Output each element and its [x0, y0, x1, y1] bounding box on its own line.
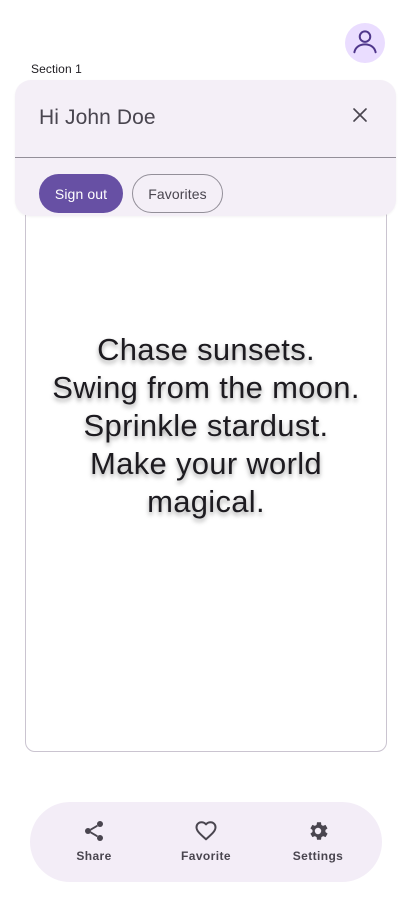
- nav-item-favorite[interactable]: Favorite: [170, 802, 242, 882]
- favorites-button[interactable]: Favorites: [132, 174, 223, 213]
- nav-label-settings: Settings: [292, 849, 344, 863]
- greeting-text: Hi John Doe: [39, 106, 156, 129]
- quote-text: Chase sunsets. Swing from the moon. Spri…: [52, 331, 360, 521]
- sign-out-button[interactable]: Sign out: [39, 174, 123, 213]
- close-icon: [351, 106, 369, 129]
- gear-icon: [306, 819, 330, 843]
- quote-line: Chase sunsets.: [97, 332, 315, 367]
- account-sheet: Hi John Doe Sign out Favorites: [15, 80, 396, 216]
- quote-line: Sprinkle stardust.: [83, 408, 329, 443]
- section-label: Section 1: [31, 62, 82, 76]
- quote-line: magical.: [147, 484, 265, 519]
- account-circle-icon: [350, 26, 380, 61]
- quote-card: Chase sunsets. Swing from the moon. Spri…: [25, 180, 387, 752]
- heart-icon: [194, 819, 218, 843]
- nav-label-share: Share: [76, 849, 112, 863]
- divider: [15, 157, 396, 158]
- profile-avatar-button[interactable]: [345, 23, 385, 63]
- bottom-nav: Share Favorite Settings: [30, 802, 382, 882]
- quote-line: Swing from the moon.: [52, 370, 360, 405]
- quote-line: Make your world: [90, 446, 322, 481]
- nav-label-favorite: Favorite: [181, 849, 231, 863]
- nav-item-settings[interactable]: Settings: [282, 802, 354, 882]
- nav-item-share[interactable]: Share: [58, 802, 130, 882]
- screen: Section 1 Chase sunsets. Swing from the …: [0, 0, 412, 915]
- close-button[interactable]: [345, 102, 375, 132]
- share-icon: [82, 819, 106, 843]
